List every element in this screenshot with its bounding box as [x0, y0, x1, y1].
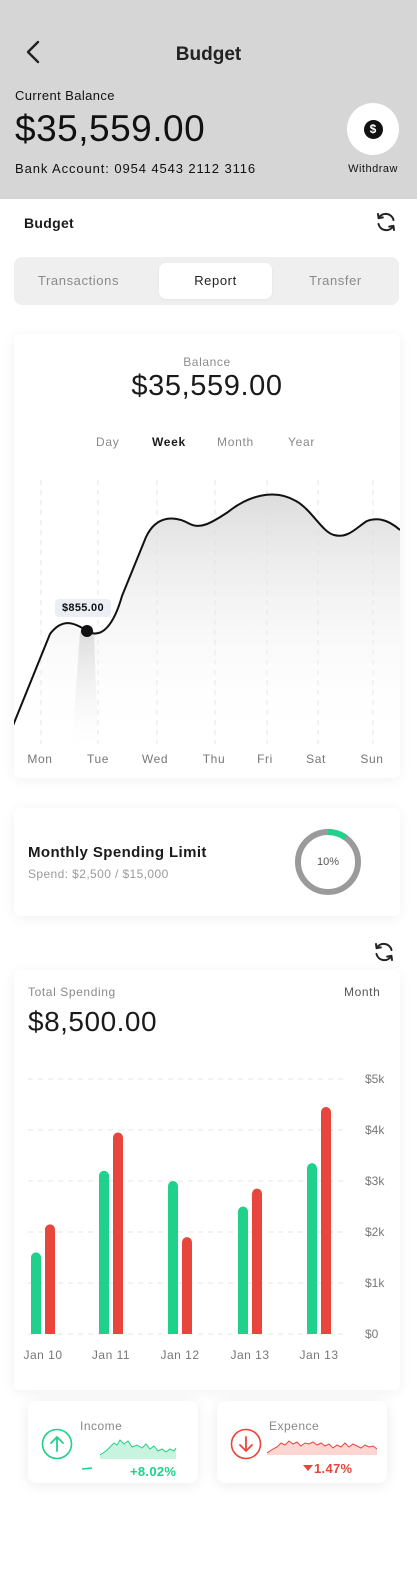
- bar[interactable]: [307, 1163, 317, 1334]
- y-tick-label: $0: [365, 1327, 379, 1341]
- current-balance-amount: $35,559.00: [15, 108, 206, 149]
- spending-limit-percent: 10%: [316, 856, 340, 868]
- bank-account: Bank Account: 0954 4543 2112 3116: [15, 161, 257, 176]
- day-label-fri: Fri: [257, 752, 273, 766]
- expense-change: 1.47%: [314, 1461, 353, 1476]
- bar[interactable]: [252, 1188, 262, 1334]
- y-tick-label: $2k: [365, 1225, 385, 1239]
- x-tick-label: Jan 11: [92, 1348, 130, 1362]
- tab-transactions[interactable]: Transactions: [20, 263, 137, 299]
- income-card[interactable]: Income +8.02%: [28, 1401, 198, 1483]
- day-label-sat: Sat: [306, 752, 326, 766]
- balance-card: Balance $35,559.00 Day Week Month Year $…: [14, 334, 400, 778]
- bar[interactable]: [168, 1181, 178, 1334]
- bar-base: [252, 1329, 262, 1334]
- day-label-thu: Thu: [202, 752, 226, 766]
- withdraw-button[interactable]: $: [347, 103, 399, 155]
- selected-point[interactable]: [81, 625, 93, 637]
- expense-card[interactable]: Expence 1.47%: [217, 1401, 387, 1483]
- y-tick-label: $1k: [365, 1276, 385, 1290]
- section-title: Budget: [24, 215, 75, 231]
- withdraw-label: Withdraw: [348, 163, 398, 175]
- bar[interactable]: [31, 1252, 41, 1334]
- caret-down-icon: [303, 1465, 313, 1471]
- current-balance-label: Current Balance: [15, 88, 115, 103]
- day-label-sun: Sun: [360, 752, 384, 766]
- header: Budget Current Balance $35,559.00 Bank A…: [0, 0, 417, 199]
- x-tick-label: Jan 13: [299, 1348, 338, 1362]
- x-tick-label: Jan 10: [23, 1348, 62, 1362]
- spending-limit-title: Monthly Spending Limit: [28, 844, 207, 861]
- tab-bar: Transactions Report Transfer: [14, 257, 399, 305]
- arrow-down-icon: [230, 1428, 262, 1460]
- y-tick-label: $5k: [365, 1072, 385, 1086]
- day-label-mon: Mon: [27, 752, 53, 766]
- bar[interactable]: [45, 1224, 55, 1334]
- y-tick-label: $4k: [365, 1123, 385, 1137]
- bar[interactable]: [182, 1237, 192, 1334]
- balance-tooltip: $855.00: [55, 599, 111, 617]
- spending-limit-card[interactable]: Monthly Spending Limit Spend: $2,500 / $…: [14, 808, 400, 916]
- bar-base: [307, 1329, 317, 1334]
- tab-transfer[interactable]: Transfer: [277, 263, 394, 299]
- bar-base: [168, 1329, 178, 1334]
- income-change: +8.02%: [130, 1464, 177, 1479]
- spending-limit-subtitle: Spend: $2,500 / $15,000: [28, 867, 169, 881]
- total-spending-card: Total Spending Month $8,500.00 $0 $1k $2k $…: [14, 970, 400, 1390]
- bar-base: [31, 1329, 41, 1334]
- arrow-up-icon: [41, 1428, 73, 1460]
- tab-report[interactable]: Report: [159, 263, 272, 299]
- bar[interactable]: [113, 1132, 123, 1334]
- refresh-icon[interactable]: [375, 211, 397, 233]
- refresh-spending-icon[interactable]: [373, 941, 395, 963]
- day-label-wed: Wed: [141, 752, 169, 766]
- balance-line-chart: [14, 480, 400, 746]
- bar[interactable]: [238, 1206, 248, 1335]
- bar[interactable]: [321, 1107, 331, 1334]
- dollar-icon: $: [363, 119, 383, 139]
- spending-bar-chart: $0 $1k $2k $3k $4k $5k Jan 10 Jan 11 Jan 12 Jan 1…: [23, 1072, 385, 1362]
- bar-base: [182, 1329, 192, 1334]
- x-tick-label: Jan 12: [160, 1348, 199, 1362]
- bar-base: [45, 1329, 55, 1334]
- balance-area: [14, 494, 400, 744]
- expense-label: Expence: [269, 1419, 320, 1433]
- income-label: Income: [80, 1419, 123, 1433]
- bar-base: [113, 1329, 123, 1334]
- bar[interactable]: [99, 1170, 109, 1334]
- day-label-tue: Tue: [86, 752, 110, 766]
- y-tick-label: $3k: [365, 1174, 385, 1188]
- bar-base: [238, 1329, 248, 1334]
- page-title: Budget: [175, 44, 242, 65]
- x-tick-label: Jan 13: [230, 1348, 269, 1362]
- bar-base: [99, 1329, 109, 1334]
- bar-base: [321, 1329, 331, 1334]
